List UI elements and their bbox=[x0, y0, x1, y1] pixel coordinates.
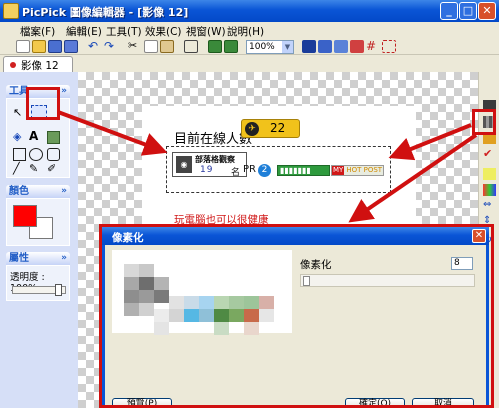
opacity-slider[interactable] bbox=[12, 284, 66, 296]
line-tool-icon[interactable]: ╱ bbox=[13, 163, 26, 176]
hot-post-badge: MY HOT POST bbox=[331, 165, 384, 176]
zoom-in-icon[interactable] bbox=[334, 40, 348, 53]
menu-tools[interactable]: 工具(T) bbox=[106, 24, 142, 39]
hot-my-label: MY bbox=[332, 166, 345, 175]
collapse-icon: » bbox=[61, 86, 67, 96]
primary-color-swatch[interactable] bbox=[13, 205, 37, 227]
ruler-icon[interactable] bbox=[382, 40, 396, 53]
dialog-highlight-box bbox=[99, 224, 494, 408]
props-header-label: 屬性 bbox=[9, 253, 29, 264]
menu-window[interactable]: 視窗(W) bbox=[186, 24, 226, 39]
rounded-rect-tool-icon[interactable] bbox=[47, 148, 60, 161]
pagerank-badge: PR 2 bbox=[243, 164, 271, 177]
badge-unit: 名 bbox=[231, 168, 241, 178]
minimize-button[interactable]: _ bbox=[440, 2, 458, 20]
blog-observer-badge: ◉ 部落格觀察 19 名 bbox=[172, 152, 247, 178]
flip-horizontal-icon[interactable]: ⇔ bbox=[483, 200, 496, 212]
menu-help[interactable]: 說明(H) bbox=[227, 24, 264, 39]
green-banner-badge: ▮▮▮▮▮▮▮ bbox=[277, 165, 330, 176]
counter-value: 22 bbox=[270, 121, 286, 135]
rectangle-tool-icon[interactable] bbox=[13, 148, 26, 161]
toolbar: ↶ ↷ ✂ 100% ▼ # bbox=[0, 39, 499, 55]
tool-highlight-box bbox=[26, 87, 60, 120]
window-title: PicPick 圖像編輯器 - [影像 12] bbox=[22, 6, 189, 19]
left-panel: 工具 » ↖ ◈ A ╱ ✎ ✐ 顏色 » 屬性 » 透明度 : 100% bbox=[0, 72, 78, 408]
tab-image-12[interactable]: 影像 12 bbox=[3, 56, 73, 72]
pr-value: 2 bbox=[257, 164, 271, 177]
crop-icon[interactable] bbox=[184, 40, 198, 53]
pencil-tool-icon[interactable]: ✎ bbox=[29, 163, 42, 176]
color-section bbox=[6, 198, 70, 246]
grid-icon[interactable]: # bbox=[366, 40, 380, 53]
props-section: 透明度 : 100% bbox=[6, 265, 70, 301]
copy-icon[interactable] bbox=[144, 40, 158, 53]
maximize-button[interactable]: □ bbox=[459, 2, 477, 20]
color-picker-icon[interactable] bbox=[350, 40, 364, 53]
redo-icon[interactable]: ↷ bbox=[104, 40, 118, 53]
color-balance-icon[interactable] bbox=[483, 184, 496, 196]
new-file-icon[interactable] bbox=[16, 40, 30, 53]
rotate-icon[interactable] bbox=[224, 40, 238, 53]
collapse-icon: » bbox=[61, 186, 67, 196]
fit-window-icon[interactable] bbox=[302, 40, 316, 53]
pr-label: PR bbox=[243, 164, 256, 175]
menu-bar: 檔案(F) 編輯(E) 工具(T) 效果(C) 視窗(W) 說明(H) bbox=[0, 22, 499, 39]
title-bar: PicPick 圖像編輯器 - [影像 12] _ □ ✕ bbox=[0, 0, 499, 22]
actual-size-icon[interactable] bbox=[318, 40, 332, 53]
fill-tool-icon[interactable]: ◈ bbox=[13, 131, 26, 144]
open-folder-icon[interactable] bbox=[32, 40, 46, 53]
opacity-slider-thumb[interactable] bbox=[55, 284, 62, 296]
effect-highlight-box bbox=[472, 109, 496, 135]
menu-file[interactable]: 檔案(F) bbox=[20, 24, 55, 39]
undo-icon[interactable]: ↶ bbox=[88, 40, 102, 53]
menu-effects[interactable]: 效果(C) bbox=[145, 24, 182, 39]
online-counter-badge: ✈ 22 bbox=[241, 119, 300, 138]
pointer-tool-icon[interactable]: ↖ bbox=[13, 107, 26, 120]
image-tool-icon[interactable] bbox=[47, 131, 60, 144]
color-section-header[interactable]: 顏色 » bbox=[6, 185, 70, 198]
resize-icon[interactable] bbox=[208, 40, 222, 53]
eyedropper-tool-icon[interactable]: ✐ bbox=[47, 163, 60, 176]
badge-title: 部落格觀察 bbox=[195, 155, 235, 164]
tab-label: 影像 12 bbox=[21, 60, 59, 72]
chevron-down-icon: ▼ bbox=[282, 41, 293, 53]
cut-icon[interactable]: ✂ bbox=[128, 40, 142, 53]
tab-strip: 影像 12 bbox=[0, 55, 499, 72]
menu-edit[interactable]: 編輯(E) bbox=[66, 24, 102, 39]
close-button[interactable]: ✕ bbox=[478, 2, 496, 20]
save-as-icon[interactable] bbox=[64, 40, 78, 53]
zoom-select[interactable]: 100% ▼ bbox=[246, 40, 294, 54]
collapse-icon: » bbox=[61, 253, 67, 263]
save-icon[interactable] bbox=[48, 40, 62, 53]
app-icon bbox=[3, 3, 19, 19]
text-tool-icon[interactable]: A bbox=[29, 130, 42, 143]
props-section-header[interactable]: 屬性 » bbox=[6, 252, 70, 265]
hot-post-label: HOT POST bbox=[346, 166, 383, 174]
sharpen-icon[interactable]: ✔ bbox=[483, 148, 496, 160]
paste-icon[interactable] bbox=[160, 40, 174, 53]
color-header-label: 顏色 bbox=[9, 186, 29, 197]
plane-icon: ✈ bbox=[245, 122, 259, 136]
ellipse-tool-icon[interactable] bbox=[29, 148, 43, 161]
zoom-value: 100% bbox=[249, 42, 275, 52]
eye-icon: ◉ bbox=[176, 156, 192, 173]
badge-rank: 19 bbox=[200, 165, 214, 175]
image-tab-icon bbox=[10, 62, 16, 68]
hue-icon[interactable] bbox=[483, 168, 496, 180]
